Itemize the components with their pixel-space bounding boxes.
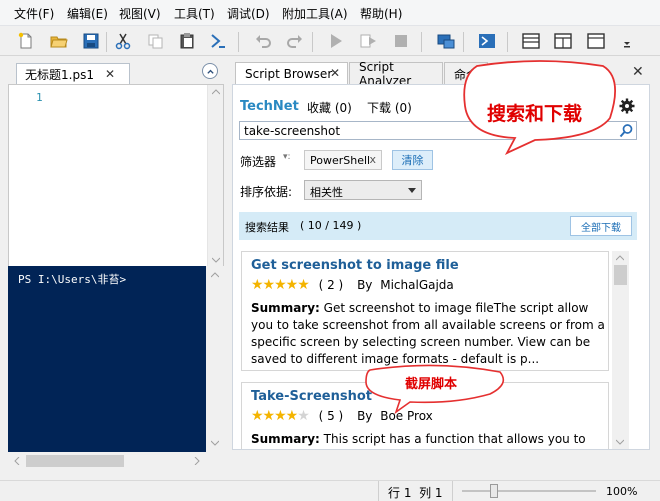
clear-filter-button[interactable]: 清除 (392, 150, 433, 170)
menu-edit[interactable]: 编辑(E) (67, 5, 108, 22)
chevron-down-icon (408, 188, 416, 193)
close-tab-icon[interactable]: ✕ (330, 66, 340, 80)
open-folder-icon[interactable] (48, 30, 70, 52)
undo-icon[interactable] (252, 30, 274, 52)
annotation-screenshot-script: 截屏脚本 (405, 377, 458, 392)
console-prompt: PS I:\Users\非苔> (18, 273, 127, 286)
download-all-button[interactable]: 全部下载 (570, 216, 632, 236)
results-label: 搜索结果 (245, 221, 289, 234)
run-script-icon[interactable] (207, 30, 229, 52)
stop-icon[interactable] (390, 30, 412, 52)
run-icon[interactable] (325, 30, 347, 52)
annotation-search-download: 搜索和下载 (487, 103, 583, 125)
remove-filter-icon[interactable]: x (369, 153, 376, 166)
menu-file[interactable]: 文件(F) (14, 5, 54, 22)
results-header: 搜索结果 ( 10 / 149 ) 全部下载 (239, 212, 637, 240)
layout-top-icon[interactable] (520, 30, 542, 52)
menu-view[interactable]: 视图(V) (119, 5, 161, 22)
redo-icon[interactable] (284, 30, 306, 52)
console-pane[interactable]: PS I:\Users\非苔> (8, 266, 206, 452)
sort-select[interactable]: 相关性 (304, 180, 422, 200)
search-input-value: take-screenshot (244, 124, 341, 138)
menu-debug[interactable]: 调试(D) (227, 5, 270, 22)
save-icon[interactable] (80, 30, 102, 52)
script-pane: 无标题1.ps1 ✕ 1 PS I:\Users\非苔> (8, 58, 228, 480)
downloads-link[interactable]: 下载 (0) (367, 99, 412, 116)
result-card[interactable]: Get screenshot to image file ★★★★★ ( 2 )… (241, 251, 609, 371)
close-pane-icon[interactable]: ✕ (632, 64, 644, 80)
status-bar: 行 1 列 1 100% (0, 480, 660, 501)
copy-icon[interactable] (144, 30, 166, 52)
layout-max-icon[interactable] (585, 30, 607, 52)
menu-tools[interactable]: 工具(T) (174, 5, 215, 22)
results-count: ( 10 / 149 ) (300, 219, 362, 232)
sort-select-value: 相关性 (310, 186, 343, 199)
close-tab-icon[interactable]: ✕ (105, 67, 115, 81)
results-list: Get screenshot to image file ★★★★★ ( 2 )… (233, 247, 631, 449)
rating-stars: ★★★★★ (251, 277, 310, 293)
results-vertical-scrollbar[interactable] (612, 251, 629, 449)
script-editor[interactable]: 1 (8, 84, 224, 268)
console-vertical-scrollbar[interactable] (206, 266, 224, 452)
zoom-slider-thumb[interactable] (490, 484, 499, 498)
zoom-slider[interactable] (462, 484, 596, 498)
horizontal-scroll-thumb[interactable] (26, 455, 124, 467)
run-selection-icon[interactable] (357, 30, 379, 52)
rating-stars: ★★★★★ (251, 408, 310, 424)
line-number: 1 (36, 91, 43, 104)
by-label: By (357, 278, 373, 292)
cut-icon[interactable] (112, 30, 134, 52)
collapse-script-pane-icon[interactable] (202, 63, 218, 79)
results-scroll-thumb[interactable] (614, 265, 627, 285)
tab-script-browser[interactable]: Script Browser ✕ (235, 62, 348, 85)
zoom-level: 100% (606, 485, 638, 498)
remote-powershell-icon[interactable] (435, 30, 457, 52)
rating-count: ( 2 ) (318, 278, 344, 292)
result-author: MichalGajda (380, 278, 454, 292)
menu-addons[interactable]: 附加工具(A) (282, 5, 348, 22)
tab-script-analyzer[interactable]: Script Analyzer (349, 60, 443, 88)
menu-bar: 文件(F) 编辑(E) 视图(V) 工具(T) 调试(D) 附加工具(A) 帮助… (0, 0, 660, 26)
summary-label: Summary: (251, 432, 320, 446)
result-title[interactable]: Get screenshot to image file (251, 258, 459, 273)
filter-chip-powershell: PowerShell x (304, 150, 382, 170)
layout-right-icon[interactable] (552, 30, 574, 52)
filter-dropdown-icon[interactable]: ▾: (283, 152, 291, 162)
editor-vertical-scrollbar[interactable] (207, 85, 223, 267)
filter-label: 筛选器 (240, 155, 277, 169)
favorites-link[interactable]: 收藏 (0) (307, 99, 352, 116)
console-horizontal-scrollbar[interactable] (8, 452, 206, 470)
tab-untitled1[interactable]: 无标题1.ps1 ✕ (16, 63, 130, 85)
toolbar-overflow-icon[interactable] (620, 30, 634, 52)
paste-icon[interactable] (176, 30, 198, 52)
filter-chip-label: PowerShell (310, 154, 371, 167)
menu-help[interactable]: 帮助(H) (360, 5, 402, 22)
powershell-console-icon[interactable] (476, 30, 498, 52)
tab-label: 无标题1.ps1 (25, 68, 94, 82)
rating-count: ( 5 ) (318, 409, 344, 423)
sort-label: 排序依据: (240, 185, 293, 199)
new-file-icon[interactable] (15, 30, 37, 52)
result-title[interactable]: Take-Screenshot (251, 389, 372, 404)
cursor-position: 行 1 列 1 (388, 486, 443, 500)
toolbar (0, 26, 660, 56)
summary-label: Summary: (251, 301, 320, 315)
tab-script-browser-label: Script Browser (245, 67, 333, 81)
source-technet[interactable]: TechNet (240, 99, 299, 114)
